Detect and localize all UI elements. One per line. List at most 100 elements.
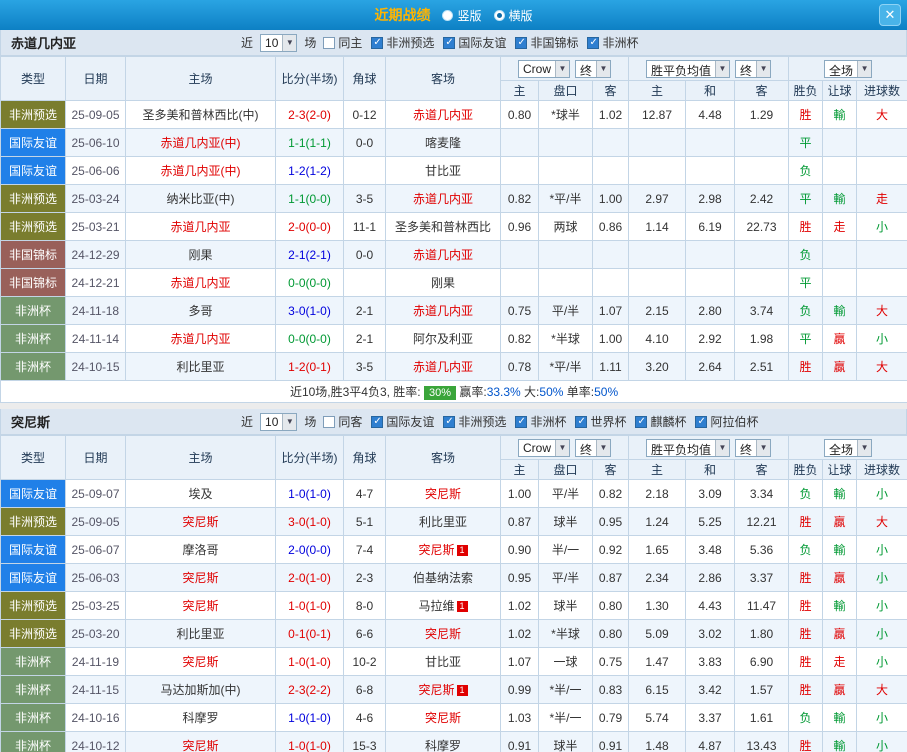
score[interactable]: 0-1(0-1) bbox=[275, 619, 344, 648]
scope-select[interactable]: 全场 bbox=[824, 438, 873, 457]
filter-checkbox[interactable]: 非洲杯 bbox=[587, 34, 638, 51]
filter-checkbox[interactable]: 同客 bbox=[323, 413, 362, 430]
home-team-name[interactable]: 利比里亚 bbox=[176, 360, 224, 374]
checkbox-icon[interactable] bbox=[515, 415, 528, 428]
score[interactable]: 1-0(1-0) bbox=[275, 591, 344, 620]
away-team-name[interactable]: 赤道几内亚 bbox=[413, 108, 473, 122]
home-team-name[interactable]: 多哥 bbox=[188, 304, 212, 318]
home-team-name[interactable]: 突尼斯 bbox=[182, 739, 218, 752]
away-team-name[interactable]: 突尼斯 bbox=[425, 487, 461, 501]
score[interactable]: 1-1(1-1) bbox=[275, 128, 344, 157]
filter-checkbox[interactable]: 国际友谊 bbox=[371, 413, 434, 430]
away-team-name[interactable]: 甘比亚 bbox=[425, 164, 461, 178]
radio-icon[interactable] bbox=[493, 9, 505, 21]
score[interactable]: 2-0(1-0) bbox=[275, 563, 344, 592]
away-team-name[interactable]: 突尼斯 bbox=[418, 543, 454, 557]
score[interactable]: 1-1(0-0) bbox=[275, 184, 344, 213]
score[interactable]: 1-0(1-0) bbox=[275, 647, 344, 676]
home-team-name[interactable]: 马达加斯加(中) bbox=[161, 683, 241, 697]
score[interactable]: 1-0(1-0) bbox=[275, 703, 344, 732]
home-team-name[interactable]: 利比里亚 bbox=[176, 627, 224, 641]
home-team-name[interactable]: 埃及 bbox=[188, 487, 212, 501]
score[interactable]: 1-2(0-1) bbox=[275, 352, 344, 381]
match-count-select[interactable]: 10 bbox=[260, 412, 298, 431]
home-team-name[interactable]: 赤道几内亚(中) bbox=[161, 164, 241, 178]
filter-checkbox[interactable]: 非洲预选 bbox=[371, 34, 434, 51]
radio-icon[interactable] bbox=[442, 9, 454, 21]
filter-checkbox[interactable]: 世界杯 bbox=[575, 413, 626, 430]
home-team-name[interactable]: 突尼斯 bbox=[182, 515, 218, 529]
score[interactable]: 0-0(0-0) bbox=[275, 268, 344, 297]
away-team-name[interactable]: 喀麦隆 bbox=[425, 136, 461, 150]
home-team-name[interactable]: 摩洛哥 bbox=[182, 543, 218, 557]
close-button[interactable]: ✕ bbox=[879, 4, 901, 26]
wdl-average-select[interactable]: 胜平负均值 bbox=[646, 59, 731, 78]
score[interactable]: 1-2(1-2) bbox=[275, 156, 344, 185]
home-team-name[interactable]: 纳米比亚(中) bbox=[167, 192, 235, 206]
home-team-name[interactable]: 赤道几内亚 bbox=[170, 332, 230, 346]
away-team-name[interactable]: 马拉维 bbox=[418, 599, 454, 613]
home-team-name[interactable]: 突尼斯 bbox=[182, 599, 218, 613]
away-team-name[interactable]: 阿尔及利亚 bbox=[413, 332, 473, 346]
odds-stage-select[interactable]: 终 bbox=[575, 59, 612, 78]
checkbox-icon[interactable] bbox=[323, 415, 336, 428]
home-team-name[interactable]: 突尼斯 bbox=[182, 571, 218, 585]
score[interactable]: 1-0(1-0) bbox=[275, 479, 344, 508]
bookmaker-select[interactable]: Crow bbox=[517, 59, 570, 78]
score[interactable]: 0-0(0-0) bbox=[275, 324, 344, 353]
filter-checkbox[interactable]: 国际友谊 bbox=[443, 34, 506, 51]
away-team-name[interactable]: 甘比亚 bbox=[425, 655, 461, 669]
filter-checkbox[interactable]: 同主 bbox=[323, 34, 362, 51]
score[interactable]: 2-1(2-1) bbox=[275, 240, 344, 269]
wdl-average-select[interactable]: 胜平负均值 bbox=[646, 438, 731, 457]
checkbox-icon[interactable] bbox=[635, 415, 648, 428]
match-count-select[interactable]: 10 bbox=[260, 33, 298, 52]
score[interactable]: 2-3(2-2) bbox=[275, 675, 344, 704]
score[interactable]: 2-0(0-0) bbox=[275, 535, 344, 564]
checkbox-icon[interactable] bbox=[323, 36, 336, 49]
away-team-name[interactable]: 赤道几内亚 bbox=[413, 304, 473, 318]
away-team-name[interactable]: 突尼斯 bbox=[425, 711, 461, 725]
away-team-name[interactable]: 突尼斯 bbox=[418, 683, 454, 697]
filter-checkbox[interactable]: 阿拉伯杯 bbox=[695, 413, 759, 430]
checkbox-icon[interactable] bbox=[371, 415, 384, 428]
checkbox-icon[interactable] bbox=[695, 415, 708, 428]
filter-checkbox[interactable]: 非洲预选 bbox=[443, 413, 506, 430]
away-team-name[interactable]: 利比里亚 bbox=[419, 515, 467, 529]
score[interactable]: 3-0(1-0) bbox=[275, 296, 344, 325]
away-team-name[interactable]: 突尼斯 bbox=[425, 627, 461, 641]
away-team-name[interactable]: 科摩罗 bbox=[425, 739, 461, 752]
away-team-name[interactable]: 赤道几内亚 bbox=[413, 192, 473, 206]
home-team-name[interactable]: 刚果 bbox=[188, 248, 212, 262]
home-team-name[interactable]: 科摩罗 bbox=[182, 711, 218, 725]
scope-select[interactable]: 全场 bbox=[824, 59, 873, 78]
home-team-name[interactable]: 赤道几内亚 bbox=[170, 276, 230, 290]
home-team-name[interactable]: 突尼斯 bbox=[182, 655, 218, 669]
score[interactable]: 2-3(2-0) bbox=[275, 100, 344, 129]
average-stage-select[interactable]: 终 bbox=[735, 59, 772, 78]
filter-checkbox[interactable]: 麒麟杯 bbox=[635, 413, 686, 430]
average-stage-select[interactable]: 终 bbox=[735, 438, 772, 457]
home-team-name[interactable]: 赤道几内亚 bbox=[170, 220, 230, 234]
away-team-name[interactable]: 圣多美和普林西比 bbox=[395, 220, 491, 234]
home-team-name[interactable]: 圣多美和普林西比(中) bbox=[143, 108, 259, 122]
bookmaker-select[interactable]: Crow bbox=[517, 438, 570, 457]
away-team-name[interactable]: 伯基纳法索 bbox=[413, 571, 473, 585]
checkbox-icon[interactable] bbox=[575, 415, 588, 428]
checkbox-icon[interactable] bbox=[515, 36, 528, 49]
odds-stage-select[interactable]: 终 bbox=[575, 438, 612, 457]
away-team-name[interactable]: 刚果 bbox=[431, 276, 455, 290]
checkbox-icon[interactable] bbox=[443, 415, 456, 428]
layout-radio-horizontal[interactable]: 横版 bbox=[493, 7, 533, 24]
filter-checkbox[interactable]: 非洲杯 bbox=[515, 413, 566, 430]
score[interactable]: 2-0(0-0) bbox=[275, 212, 344, 241]
checkbox-icon[interactable] bbox=[443, 36, 456, 49]
layout-radio-vertical[interactable]: 竖版 bbox=[442, 7, 482, 24]
checkbox-icon[interactable] bbox=[587, 36, 600, 49]
away-team-name[interactable]: 赤道几内亚 bbox=[413, 248, 473, 262]
score[interactable]: 1-0(1-0) bbox=[275, 731, 344, 752]
away-team-name[interactable]: 赤道几内亚 bbox=[413, 360, 473, 374]
score[interactable]: 3-0(1-0) bbox=[275, 507, 344, 536]
filter-checkbox[interactable]: 非国锦标 bbox=[515, 34, 578, 51]
home-team-name[interactable]: 赤道几内亚(中) bbox=[161, 136, 241, 150]
